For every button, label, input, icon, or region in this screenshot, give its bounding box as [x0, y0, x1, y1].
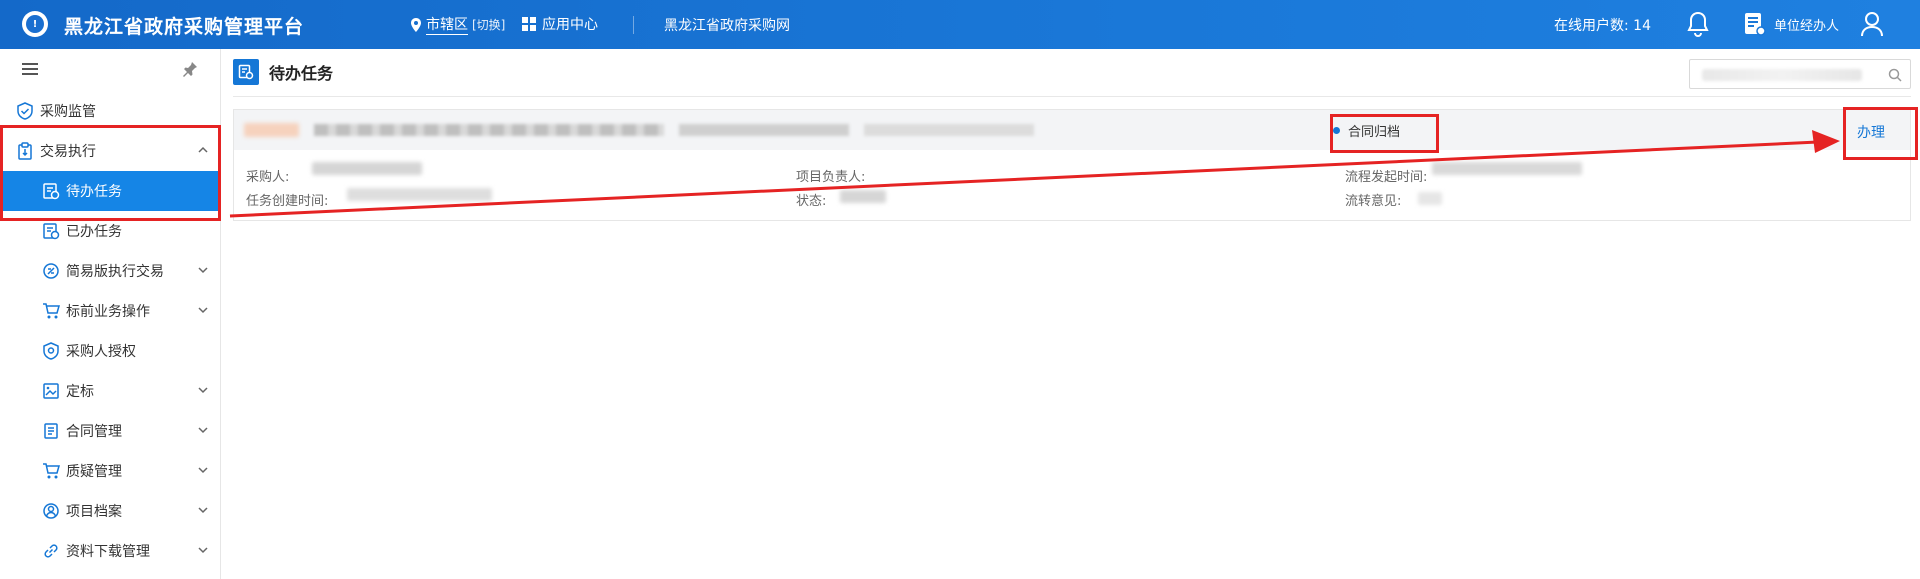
trade-icon [42, 262, 60, 280]
task-card: 合同归档 办理 采购人: 任务创建时间: 项目负责人: 状态: 流程发起时间: … [233, 109, 1911, 221]
sidebar-item-label: 采购人授权 [66, 344, 136, 360]
redacted-value [840, 190, 886, 203]
field-project-leader: 项目负责人: [796, 170, 866, 185]
pin-icon[interactable] [182, 61, 198, 81]
sidebar-item-label: 项目档案 [66, 504, 122, 520]
chevron-down-icon [197, 304, 209, 320]
chevron-down-icon [197, 264, 209, 280]
chevron-down-icon [197, 544, 209, 560]
redacted-value [312, 162, 422, 175]
chevron-down-icon [197, 384, 209, 400]
sidebar-item-query-management[interactable]: 质疑管理 [0, 451, 221, 491]
logo-icon: ! [22, 11, 48, 37]
sidebar-item-label: 标前业务操作 [66, 304, 150, 320]
redacted-project-name [314, 124, 664, 136]
region-selector[interactable]: 市辖区 [切换] [410, 14, 505, 35]
sidebar-item-download-management[interactable]: 资料下载管理 [0, 531, 221, 571]
highlight-box-sidebar [0, 125, 221, 221]
sidebar-item-label: 资料下载管理 [66, 544, 150, 560]
sidebar-item-contract-management[interactable]: 合同管理 [0, 411, 221, 451]
grid-icon [522, 17, 536, 31]
header-divider [633, 16, 634, 34]
redacted-value [347, 188, 492, 201]
redacted-value [1432, 162, 1582, 175]
sidebar-header [0, 49, 220, 89]
top-bar: ! 黑龙江省政府采购管理平台 市辖区 [切换] 应用中心 黑龙江省政府采购网 在… [0, 0, 1920, 49]
redacted-project-extra [864, 124, 1034, 136]
sidebar-item-award[interactable]: 定标 [0, 371, 221, 411]
highlight-box-action [1843, 107, 1918, 160]
role-label: 单位经办人 [1774, 18, 1840, 34]
cart-icon [42, 462, 60, 480]
location-pin-icon [411, 17, 421, 32]
task-done-icon [42, 222, 60, 240]
sidebar-item-simple-trade[interactable]: 简易版执行交易 [0, 251, 221, 291]
chevron-down-icon [197, 424, 209, 440]
cart-icon [42, 302, 60, 320]
app-center-label: 应用中心 [542, 17, 598, 33]
search-redacted-text [1702, 69, 1862, 81]
document-user-icon [1745, 13, 1766, 36]
online-users: 在线用户数: 14 [1554, 18, 1651, 34]
user-icon[interactable] [1860, 11, 1884, 41]
field-purchaser: 采购人: [246, 170, 290, 185]
document-icon [42, 422, 60, 440]
redacted-project-code [679, 124, 849, 136]
field-flow-start-time: 流程发起时间: [1345, 170, 1428, 185]
divider [233, 96, 1911, 97]
field-transfer-opinion: 流转意见: [1345, 194, 1402, 209]
sidebar-item-label: 合同管理 [66, 424, 122, 440]
page-title: 待办任务 [269, 64, 334, 83]
app-title: 黑龙江省政府采购管理平台 [64, 16, 305, 38]
highlight-box-status [1330, 114, 1439, 153]
shield-check-icon [16, 102, 34, 120]
image-icon [42, 382, 60, 400]
logo-mark: ! [26, 15, 44, 33]
region-switch-link[interactable]: [切换] [472, 16, 505, 33]
redacted-value [1418, 192, 1442, 205]
sidebar-item-label: 质疑管理 [66, 464, 122, 480]
sidebar-item-label: 简易版执行交易 [66, 264, 164, 280]
content-header: 待办任务 [233, 59, 333, 85]
role-menu[interactable]: 单位经办人 [1744, 12, 1839, 36]
hamburger-icon[interactable] [22, 61, 38, 80]
chevron-down-icon [197, 464, 209, 480]
badge-icon [42, 342, 60, 360]
sidebar-item-pre-bid[interactable]: 标前业务操作 [0, 291, 221, 331]
field-state: 状态: [796, 194, 827, 209]
sidebar-item-purchaser-auth[interactable]: 采购人授权 [0, 331, 221, 371]
search-icon[interactable] [1888, 67, 1902, 86]
sidebar-item-project-archive[interactable]: 项目档案 [0, 491, 221, 531]
link-icon [42, 542, 60, 560]
task-card-header: 合同归档 办理 [234, 110, 1910, 150]
task-icon [233, 59, 259, 85]
chevron-down-icon [197, 504, 209, 520]
sidebar-item-label: 已办任务 [66, 224, 122, 240]
site-link[interactable]: 黑龙江省政府采购网 [664, 15, 790, 35]
main-content: 待办任务 合同归档 办理 采购人: 任务创建时间: 项目负责人: 状态: 流程发… [221, 49, 1920, 579]
user-circle-icon [42, 502, 60, 520]
region-name: 市辖区 [426, 14, 468, 35]
app-center-link[interactable]: 应用中心 [522, 14, 598, 34]
bell-icon[interactable] [1686, 11, 1710, 41]
sidebar-item-label: 定标 [66, 384, 94, 400]
field-task-create-time: 任务创建时间: [246, 194, 329, 209]
search-input[interactable] [1689, 59, 1911, 89]
sidebar-item-label: 采购监管 [40, 104, 96, 120]
redacted-tag [244, 123, 299, 137]
